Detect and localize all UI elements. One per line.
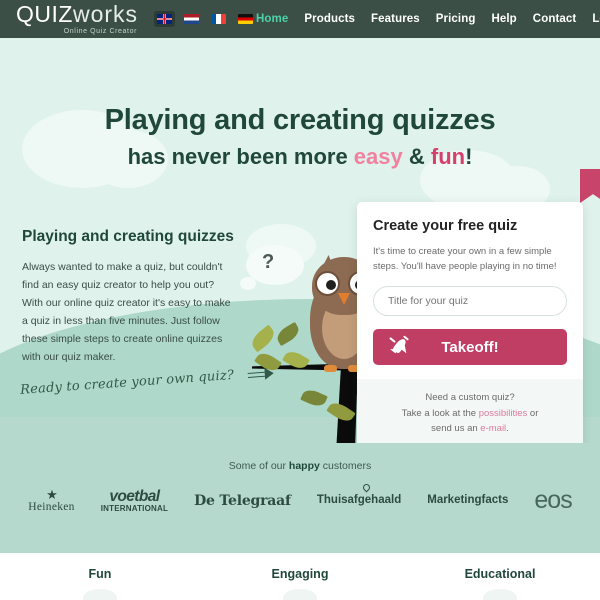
nav-item-features[interactable]: Features (371, 13, 420, 25)
leaf-decoration (300, 386, 328, 410)
card-footer-line2-post: or (527, 407, 539, 419)
hero-headline-bang: ! (465, 144, 473, 169)
customer-logo-sublabel: INTERNATIONAL (100, 504, 169, 513)
logo-tagline: Online Quiz Creator (63, 28, 138, 35)
nav-item-login[interactable]: Login (592, 13, 600, 25)
card-footer-line1: Need a custom quiz? (425, 392, 515, 404)
french-flag-icon (211, 14, 227, 24)
customer-logo-marketingfacts: Marketingfacts (427, 494, 509, 507)
english-flag-icon (157, 14, 173, 24)
nav-item-products[interactable]: Products (304, 13, 355, 25)
customer-logo-heineken: ★ Heineken (28, 488, 74, 514)
feature-title: Engaging (271, 567, 329, 581)
hero-headline: Playing and creating quizzes has never b… (0, 104, 600, 170)
location-pin-icon (361, 482, 372, 493)
email-link[interactable]: e-mail (480, 423, 506, 434)
create-quiz-card: Create your free quiz It's time to creat… (357, 202, 583, 443)
hero-headline-easy: easy (353, 144, 403, 169)
feature-fun: Fun (0, 553, 200, 600)
hero-left-body: Always wanted to make a quiz, but couldn… (22, 261, 231, 364)
lang-option-de[interactable] (235, 11, 256, 27)
customers-title-bold: happy (288, 460, 320, 472)
feature-educational: Educational (400, 553, 600, 600)
customer-logo-eos: eos (534, 486, 572, 515)
site-header: QUIZworks Online Quiz Creator Home Produ… (0, 0, 600, 38)
card-heading: Create your free quiz (373, 218, 518, 234)
card-footer-line3-post: . (506, 423, 509, 435)
lang-option-en[interactable] (154, 11, 176, 27)
engaging-icon (283, 589, 317, 600)
hero-headline-line1: Playing and creating quizzes (104, 104, 496, 136)
owl-pupil-left (326, 280, 336, 290)
owl-foot-left (324, 365, 337, 372)
feature-title: Fun (88, 567, 112, 581)
arrow-right-icon (248, 367, 275, 381)
card-footer-line3-pre: send us an (431, 423, 481, 435)
customers-title: Some of our happy customers (0, 443, 600, 472)
lang-option-fr[interactable] (208, 11, 229, 27)
site-logo[interactable]: QUIZworks Online Quiz Creator (16, 3, 138, 36)
rocket-icon (389, 335, 411, 358)
hero-section: Playing and creating quizzes has never b… (0, 38, 600, 443)
customers-section: Some of our happy customers ★ Heineken v… (0, 443, 600, 553)
hero-headline-fun: fun (430, 144, 466, 169)
nav-item-pricing[interactable]: Pricing (436, 13, 476, 25)
language-switcher (154, 11, 256, 27)
logo-wordmark: QUIZworks (16, 3, 138, 26)
hero-headline-line2: has never been more easy & fun! (0, 144, 600, 170)
main-navigation: Home Products Features Pricing Help Cont… (256, 13, 600, 25)
lang-option-nl[interactable] (181, 11, 202, 27)
nav-item-help[interactable]: Help (491, 13, 516, 25)
customer-logo-label: Marketingfacts (427, 494, 509, 506)
star-icon: ★ (46, 487, 58, 502)
ribbon-decoration (580, 169, 600, 203)
thought-bubble-text: ? (262, 251, 275, 273)
card-footer: Need a custom quiz? Take a look at the p… (357, 379, 583, 443)
possibilities-link[interactable]: possibilities (479, 408, 528, 419)
educational-icon (483, 589, 517, 600)
thought-bubble-dot (240, 277, 256, 290)
customer-logo-label: Heineken (28, 501, 75, 513)
owl-eye-left (315, 271, 340, 296)
dutch-flag-icon (184, 14, 200, 24)
hero-left-heading: Playing and creating quizzes (22, 228, 234, 245)
customers-title-post: customers (319, 460, 372, 472)
customer-logo-label: Thuisafgehaald (316, 494, 402, 506)
nav-item-contact[interactable]: Contact (533, 13, 577, 25)
page-root: QUIZworks Online Quiz Creator Home Produ… (0, 0, 600, 600)
german-flag-icon (238, 14, 254, 24)
feature-title: Educational (464, 567, 536, 581)
customer-logo-thuisafgehaald: Thuisafgehaald (316, 482, 402, 507)
hero-headline-amp: & (402, 144, 431, 169)
nav-item-home[interactable]: Home (256, 13, 288, 25)
feature-engaging: Engaging (200, 553, 400, 600)
logo-works-text: works (72, 1, 139, 27)
leaf-decoration (274, 321, 302, 347)
customer-logo-voetbal-international: voetbal INTERNATIONAL (100, 487, 169, 514)
customer-logo-list: ★ Heineken voetbal INTERNATIONAL De Tele… (0, 482, 600, 515)
takeoff-button-label: Takeoff! (441, 338, 499, 356)
card-footer-line2: Take a look at the possibilities or (373, 406, 567, 421)
customer-logo-de-telegraaf: De Telegraaf (194, 494, 291, 508)
card-footer-line3: send us an e-mail. (373, 421, 567, 436)
customer-logo-label: eos (534, 486, 572, 515)
hero-headline-prefix: has never been more (127, 144, 354, 169)
quiz-title-input[interactable] (373, 286, 567, 317)
fun-icon (83, 589, 117, 600)
customer-logo-label: De Telegraaf (194, 492, 291, 509)
takeoff-button[interactable]: Takeoff! (373, 329, 567, 366)
logo-quiz-text: QUIZ (16, 1, 73, 27)
leaf-decoration (248, 324, 278, 353)
features-section: Fun Engaging Educational (0, 553, 600, 600)
customer-logo-label: voetbal (109, 487, 160, 505)
owl-beak (338, 293, 350, 305)
card-description: It's time to create your own in a few si… (373, 246, 557, 273)
customers-title-pre: Some of our (228, 460, 289, 472)
card-footer-line2-pre: Take a look at the (401, 407, 479, 419)
hero-left-column: Playing and creating quizzes Always want… (22, 228, 234, 366)
